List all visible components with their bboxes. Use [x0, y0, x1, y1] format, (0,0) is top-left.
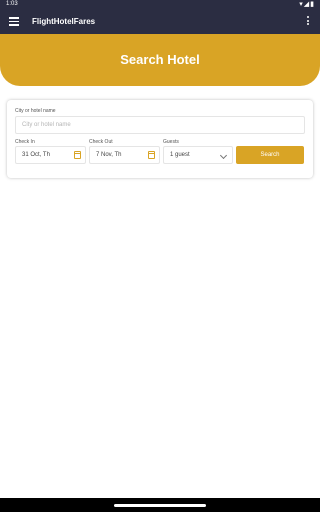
calendar-icon — [74, 151, 81, 159]
status-time: 1:03 — [6, 1, 18, 7]
app-bar: FlightHotelFares — [0, 10, 320, 34]
chevron-down-icon — [219, 151, 228, 160]
search-card: City or hotel name City or hotel name Ch… — [7, 100, 313, 178]
guests-select[interactable]: 1 guest — [163, 146, 233, 164]
guests-value: 1 guest — [170, 152, 190, 158]
page-title: Search Hotel — [120, 52, 200, 67]
home-gesture-handle[interactable] — [114, 504, 206, 507]
checkout-field[interactable]: 7 Nov, Th — [89, 146, 160, 164]
city-input[interactable]: City or hotel name — [15, 116, 305, 134]
checkout-label: Check Out — [89, 139, 113, 145]
checkin-value: 31 Oct, Th — [22, 152, 50, 158]
app-title: FlightHotelFares — [32, 17, 96, 26]
calendar-icon — [148, 151, 155, 159]
status-bar: 1:03 ▾◢▮ — [0, 0, 320, 10]
header-banner: Search Hotel — [0, 34, 320, 86]
overflow-menu-icon[interactable] — [307, 16, 310, 28]
status-icons: ▾◢▮ — [299, 1, 315, 8]
checkout-value: 7 Nov, Th — [96, 152, 122, 158]
city-placeholder: City or hotel name — [22, 122, 71, 128]
guests-label: Guests — [163, 139, 179, 145]
menu-icon[interactable] — [9, 17, 19, 27]
checkin-label: Check In — [15, 139, 35, 145]
search-button[interactable]: Search — [236, 146, 304, 164]
city-label: City or hotel name — [15, 108, 56, 114]
checkin-field[interactable]: 31 Oct, Th — [15, 146, 86, 164]
